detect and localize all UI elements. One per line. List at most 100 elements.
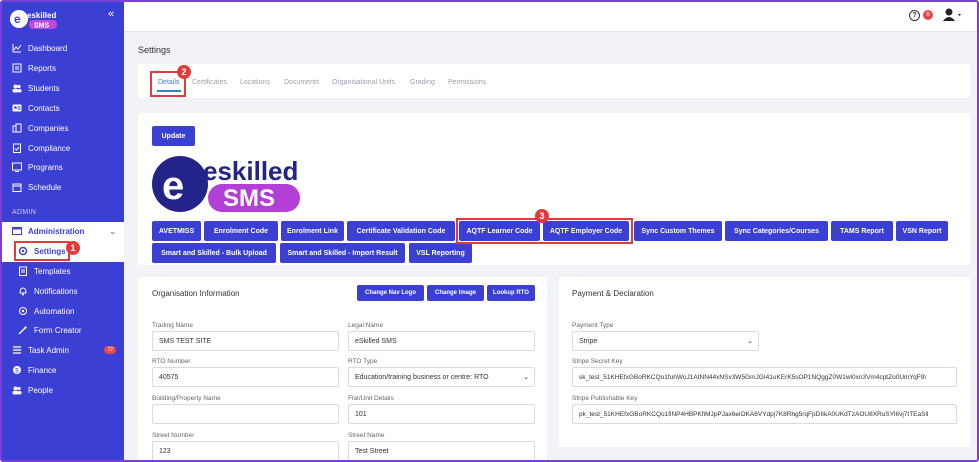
sidebar-item-dashboard[interactable]: Dashboard [2, 39, 124, 57]
tams-report-button[interactable]: TAMS Report [831, 221, 893, 241]
sidebar-item-label: People [28, 385, 53, 395]
logo-wordmark: eskilled [27, 11, 56, 20]
sidebar-item-label: Automation [34, 306, 75, 316]
update-button[interactable]: Update [152, 126, 195, 146]
rto-type-label: RTO Type [348, 358, 378, 365]
legal-name-field[interactable]: eSkilled SMS [348, 331, 535, 351]
lookup-rto-button[interactable]: Lookup RTO [487, 285, 535, 301]
legal-name-label: Legal Name [348, 322, 384, 329]
logo-sms: SMS [34, 23, 50, 30]
stripe-publishable-key-field[interactable]: pk_test_51KHEfxGBoRKCQo1fiNP4HBPKfiMJpPJ… [572, 404, 957, 424]
sidebar-item-label: Schedule [28, 182, 62, 192]
task-count-badge: 72 [104, 346, 116, 354]
trading-name-field[interactable]: SMS TEST SITE [152, 331, 339, 351]
sidebar-item-companies[interactable]: Companies [2, 119, 124, 137]
stripe-publishable-key-label: Stripe Publishable Key [572, 395, 638, 402]
sidebar: e eskilled SMS « Dashboard Reports Stude… [2, 2, 124, 460]
sidebar-item-templates[interactable]: Templates [2, 262, 124, 280]
admin-section-label: ADMIN [12, 209, 37, 216]
sidebar-item-task-admin[interactable]: Task Admin 72 [2, 341, 124, 359]
smart-skilled-import-result-button[interactable]: Smart and Skilled - Import Result [280, 243, 405, 263]
change-image-button[interactable]: Change Image [427, 285, 484, 301]
sidebar-item-label: Administration [28, 226, 85, 236]
tab-permissions[interactable]: Permissions [448, 79, 486, 86]
building-label: Building/Property Name [152, 395, 221, 402]
sync-categories-courses-button[interactable]: Sync Categories/Courses [725, 221, 828, 241]
sidebar-item-programs[interactable]: Programs [2, 158, 124, 176]
calendar-icon [12, 182, 22, 192]
tab-organisational-units[interactable]: Organisational Units [332, 79, 395, 86]
page-title: Settings [138, 45, 171, 55]
annotation-badge-3: 3 [535, 209, 549, 223]
contacts-icon [12, 103, 22, 113]
tab-locations[interactable]: Locations [240, 79, 270, 86]
user-avatar-icon[interactable] [942, 7, 962, 25]
rto-type-value: Education/training business or centre: R… [355, 373, 489, 381]
smart-skilled-bulk-upload-button[interactable]: Smart and Skilled - Bulk Upload [152, 243, 276, 263]
certificate-validation-code-button[interactable]: Certificate Validation Code [347, 221, 455, 241]
reports-icon [12, 63, 22, 73]
sidebar-item-label: Students [28, 83, 60, 93]
bell-icon [18, 286, 28, 296]
tab-grading[interactable]: Grading [410, 79, 435, 86]
payment-type-select[interactable]: Stripe ⌄ [572, 331, 759, 351]
enrolment-code-button[interactable]: Enrolment Code [204, 221, 278, 241]
sidebar-item-automation[interactable]: Automation [2, 302, 124, 320]
chevron-down-icon: ⌄ [747, 338, 753, 345]
sidebar-item-people[interactable]: People [2, 381, 124, 399]
annotation-badge-2: 2 [177, 65, 191, 79]
rto-number-field[interactable]: 40575 [152, 367, 339, 387]
sidebar-item-finance[interactable]: $ Finance [2, 361, 124, 379]
sidebar-item-label: Companies [28, 123, 69, 133]
notification-count-badge[interactable]: 6 [923, 10, 933, 20]
trading-name-label: Trading Name [152, 322, 193, 329]
flat-unit-field[interactable]: 101 [348, 404, 535, 424]
rto-type-select[interactable]: Education/training business or centre: R… [348, 367, 535, 387]
avetmiss-button[interactable]: AVETMISS [152, 221, 201, 241]
svg-text:e: e [14, 12, 21, 26]
change-nav-logo-button[interactable]: Change Nav Logo [357, 285, 424, 301]
sidebar-item-label: Form Creator [34, 325, 82, 335]
organisation-logo: e eskilled SMS [150, 153, 310, 215]
chevron-down-icon: ⌄ [109, 226, 116, 236]
vsn-report-button[interactable]: VSN Report [896, 221, 948, 241]
sidebar-item-label: Task Admin [28, 345, 69, 355]
sidebar-item-students[interactable]: Students [2, 79, 124, 97]
street-number-field[interactable]: 123 [152, 441, 339, 460]
sidebar-item-reports[interactable]: Reports [2, 59, 124, 77]
help-icon[interactable]: ? [909, 10, 920, 21]
sidebar-item-compliance[interactable]: Compliance [2, 139, 124, 157]
sidebar-item-notifications[interactable]: Notifications [2, 282, 124, 300]
app-logo[interactable]: e eskilled SMS [10, 7, 70, 31]
sync-custom-themes-button[interactable]: Sync Custom Themes [634, 221, 722, 241]
programs-icon [12, 162, 22, 172]
sidebar-item-label: Dashboard [28, 43, 68, 53]
sidebar-item-label: Contacts [28, 103, 60, 113]
vsl-reporting-button[interactable]: VSL Reporting [409, 243, 472, 263]
stripe-secret-key-field[interactable]: sk_test_51KHEfxGBoRKCQo1fuhWoJ1AtNN44xNS… [572, 367, 957, 387]
street-number-label: Street Number [152, 432, 195, 439]
top-bar: ? 6 [124, 2, 977, 32]
finance-icon: $ [12, 365, 22, 375]
sidebar-item-schedule[interactable]: Schedule [2, 178, 124, 196]
templates-icon [18, 266, 28, 276]
logo-sms-large: SMS [223, 185, 275, 212]
street-name-field[interactable]: Test Street [348, 441, 535, 460]
people-icon [12, 385, 22, 395]
logo-wordmark-large: eskilled [203, 156, 298, 186]
sidebar-item-contacts[interactable]: Contacts [2, 99, 124, 117]
sidebar-item-form-creator[interactable]: Form Creator [2, 321, 124, 339]
tab-documents[interactable]: Documents [284, 79, 319, 86]
students-icon [12, 83, 22, 93]
enrolment-link-button[interactable]: Enrolment Link [281, 221, 344, 241]
building-field[interactable] [152, 404, 339, 424]
payment-type-value: Stripe [579, 337, 598, 345]
magic-wand-icon [18, 325, 28, 335]
tab-certificates[interactable]: Certificates [192, 79, 227, 86]
sidebar-item-administration[interactable]: Administration ⌄ [2, 222, 124, 240]
sidebar-item-label: Programs [28, 162, 63, 172]
collapse-sidebar-button[interactable]: « [108, 8, 114, 20]
sidebar-item-label: Notifications [34, 286, 78, 296]
tasks-icon [12, 345, 22, 355]
sidebar-item-label: Finance [28, 365, 57, 375]
